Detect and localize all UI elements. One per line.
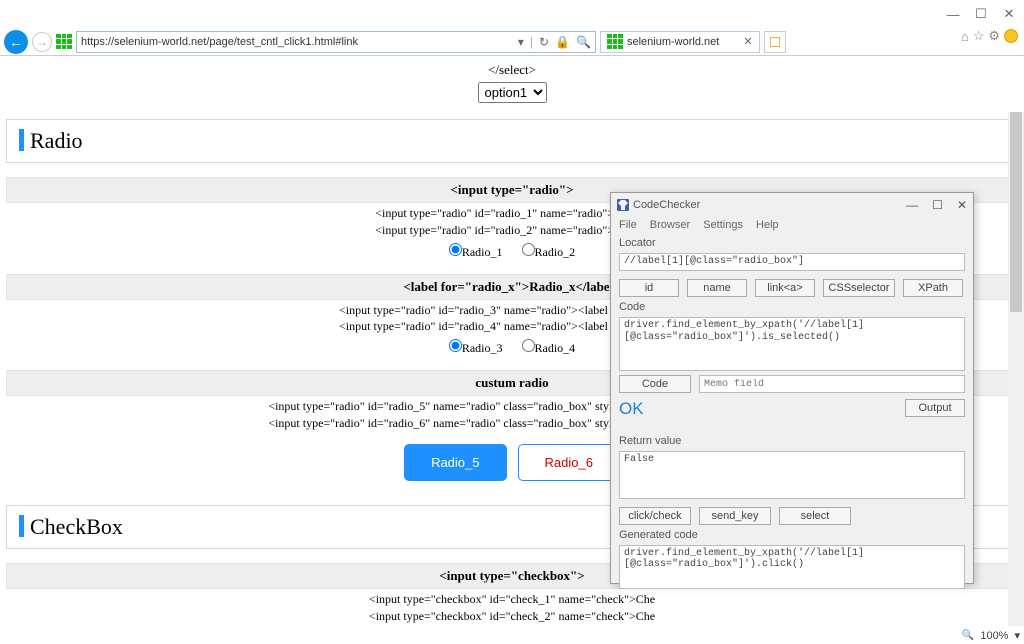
codechecker-title: CodeChecker	[633, 199, 700, 211]
output-button[interactable]: Output	[905, 399, 965, 417]
settings-icon[interactable]: ⚙	[988, 28, 1000, 44]
radio-3-input[interactable]	[449, 339, 462, 352]
locator-name-button[interactable]: name	[687, 279, 747, 297]
codechecker-menu: File Browser Settings Help	[611, 217, 973, 233]
back-button[interactable]: ←	[4, 30, 28, 54]
window-maximize-button[interactable]: ☐	[974, 7, 988, 21]
window-close-button[interactable]: ✕	[1002, 7, 1016, 21]
zoom-indicator[interactable]: 🔍 100% ▾	[962, 629, 1020, 642]
chevron-down-icon[interactable]: ▾	[1014, 629, 1020, 642]
tab-favicon	[607, 34, 623, 50]
browser-toolbar: ← → https://selenium-world.net/page/test…	[0, 28, 1024, 56]
code-run-button[interactable]: Code	[619, 375, 691, 393]
option-select[interactable]: option1	[478, 82, 547, 103]
vertical-scrollbar[interactable]	[1008, 112, 1024, 626]
radio-2-input[interactable]	[522, 243, 535, 256]
address-bar[interactable]: https://selenium-world.net/page/test_cnt…	[76, 31, 596, 53]
feedback-icon[interactable]	[1004, 29, 1018, 43]
locator-input[interactable]: //label[1][@class="radio_box"]	[619, 253, 965, 271]
menu-settings[interactable]: Settings	[703, 219, 743, 231]
locator-css-button[interactable]: CSSselector	[823, 279, 895, 297]
click-check-button[interactable]: click/check	[619, 507, 691, 525]
status-ok: OK	[619, 399, 644, 419]
tab-close-button[interactable]: ✕	[743, 35, 752, 48]
locator-link-button[interactable]: link<a>	[755, 279, 815, 297]
window-minimize-button[interactable]: —	[946, 7, 960, 21]
search-icon[interactable]: 🔍	[576, 35, 591, 49]
radio-1[interactable]: Radio_1	[449, 245, 503, 259]
memo-input[interactable]	[699, 375, 965, 393]
zoom-value: 100%	[980, 630, 1008, 642]
locator-id-button[interactable]: id	[619, 279, 679, 297]
return-value-field[interactable]: False	[619, 451, 965, 499]
home-icon[interactable]: ⌂	[961, 29, 969, 44]
new-tab-button[interactable]	[764, 31, 786, 53]
code-label: Code	[619, 301, 965, 313]
send-key-button[interactable]: send_key	[699, 507, 771, 525]
site-favicon	[56, 34, 72, 50]
locator-xpath-button[interactable]: XPath	[903, 279, 963, 297]
lock-icon: 🔒	[555, 35, 570, 49]
radio-3[interactable]: Radio_3	[449, 341, 503, 355]
codechecker-titlebar[interactable]: CodeChecker — ☐ ✕	[611, 193, 973, 217]
cc-minimize-button[interactable]: —	[906, 198, 918, 212]
code-line: <input type="checkbox" id="check_1" name…	[6, 591, 1018, 608]
browser-tab[interactable]: selenium-world.net ✕	[600, 31, 760, 53]
radio-section-header: Radio	[6, 119, 1018, 163]
forward-button[interactable]: →	[32, 32, 52, 52]
menu-browser[interactable]: Browser	[650, 219, 690, 231]
codechecker-logo-icon	[617, 199, 629, 211]
locator-label: Locator	[619, 237, 965, 249]
select-button[interactable]: select	[779, 507, 851, 525]
favorites-icon[interactable]: ☆	[973, 28, 985, 44]
codechecker-window[interactable]: CodeChecker — ☐ ✕ File Browser Settings …	[610, 192, 974, 584]
cc-close-button[interactable]: ✕	[957, 198, 967, 212]
menu-help[interactable]: Help	[756, 219, 779, 231]
browser-chrome-icons: ⌂ ☆ ⚙	[961, 28, 1018, 44]
radio-5-button[interactable]: Radio_5	[404, 444, 506, 481]
code-textarea[interactable]: driver.find_element_by_xpath('//label[1]…	[619, 317, 965, 371]
cc-maximize-button[interactable]: ☐	[932, 198, 943, 212]
radio-2[interactable]: Radio_2	[522, 245, 576, 259]
radio-4[interactable]: Radio_4	[522, 341, 576, 355]
dropdown-icon[interactable]: ▾	[518, 35, 524, 49]
select-close-tag: </select>	[488, 62, 536, 77]
generated-code-label: Generated code	[619, 529, 965, 541]
generated-code-field[interactable]: driver.find_element_by_xpath('//label[1]…	[619, 545, 965, 589]
tab-title: selenium-world.net	[627, 36, 719, 48]
radio-6-button[interactable]: Radio_6	[518, 444, 620, 481]
url-text: https://selenium-world.net/page/test_cnt…	[81, 36, 358, 48]
menu-file[interactable]: File	[619, 219, 637, 231]
window-titlebar: — ☐ ✕	[0, 0, 1024, 28]
radio-1-input[interactable]	[449, 243, 462, 256]
scrollbar-thumb[interactable]	[1010, 112, 1022, 312]
radio-4-input[interactable]	[522, 339, 535, 352]
urlbar-actions: ▾ | ↻ 🔒 🔍	[518, 35, 591, 49]
refresh-icon[interactable]: ↻	[539, 35, 549, 49]
return-value-label: Return value	[619, 435, 965, 447]
